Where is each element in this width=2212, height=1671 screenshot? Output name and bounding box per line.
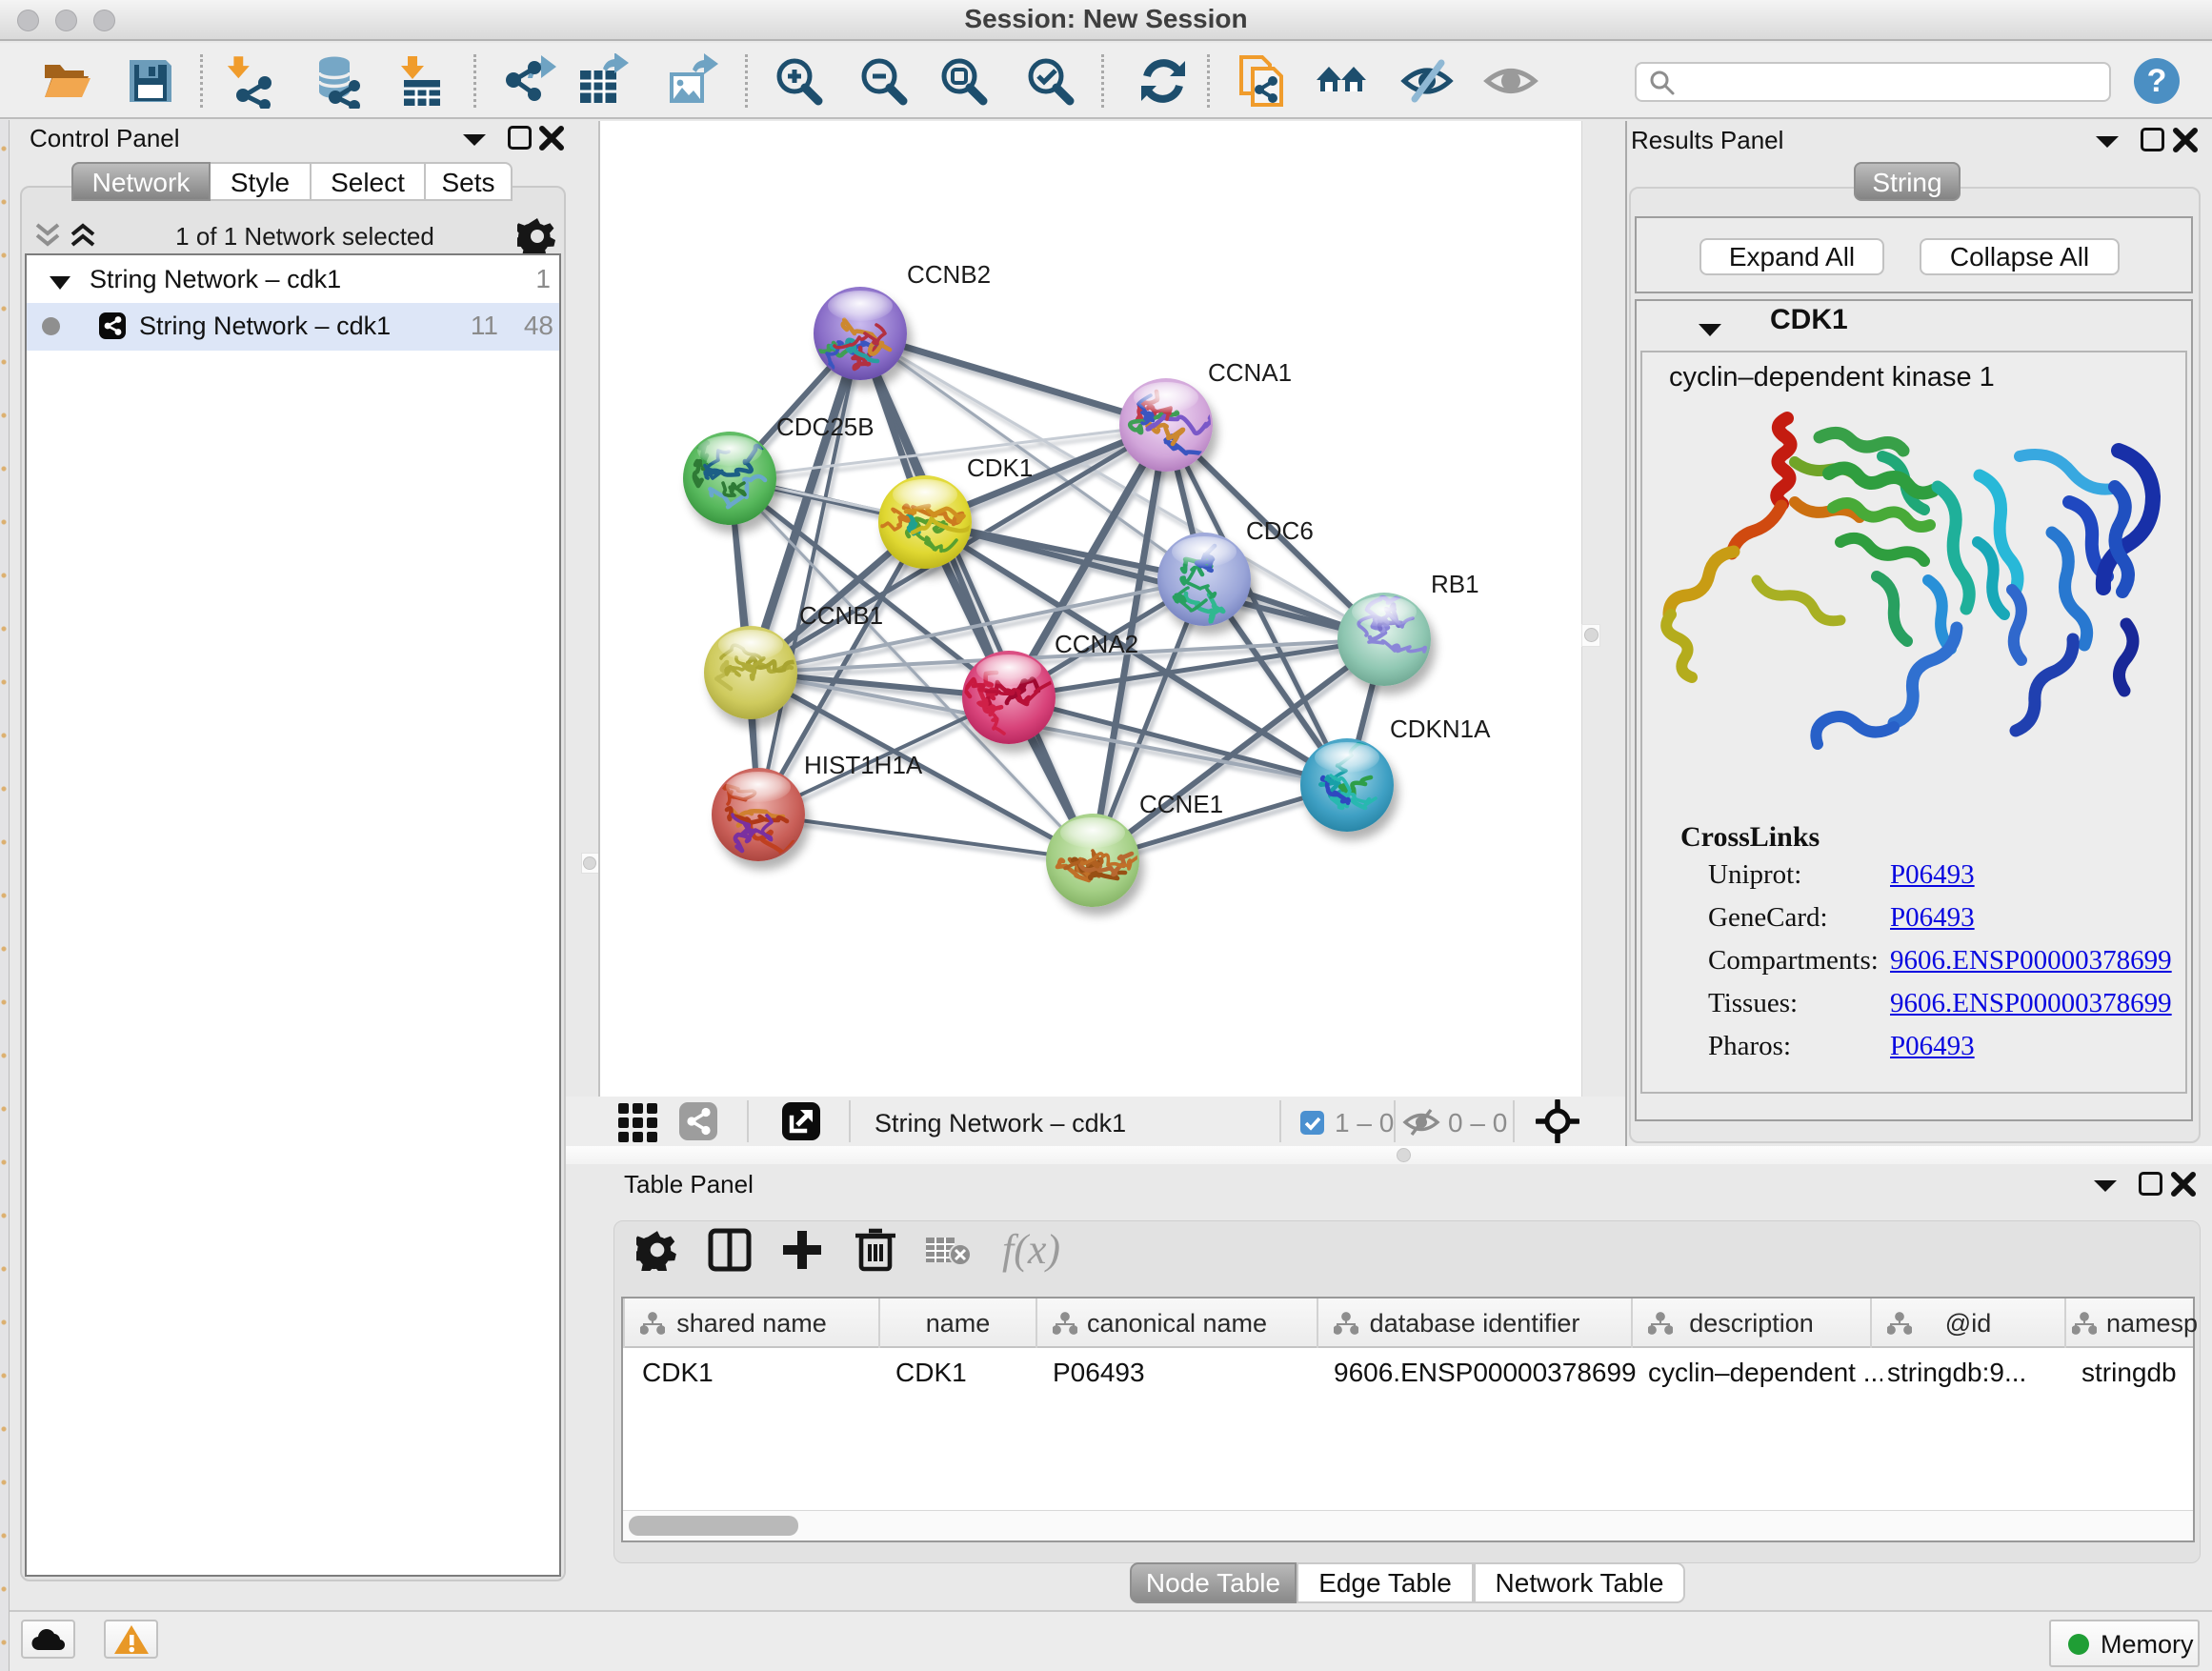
svg-text:?: ? [2147, 63, 2167, 99]
